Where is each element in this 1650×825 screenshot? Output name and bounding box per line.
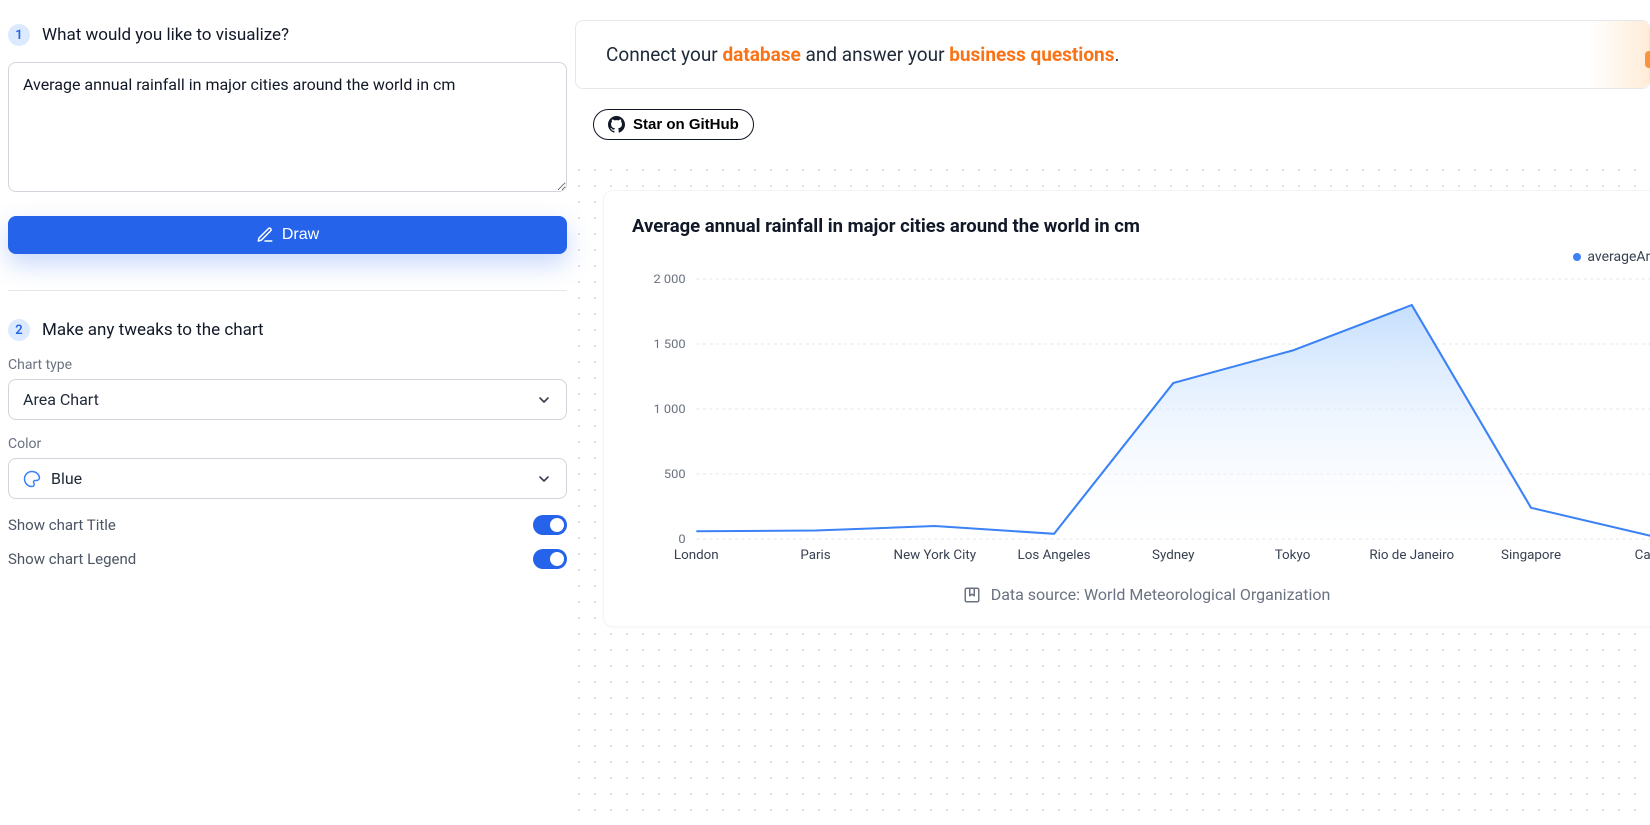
query-input[interactable]: [8, 62, 567, 192]
svg-text:0: 0: [678, 532, 685, 546]
banner-highlight-questions: business questions: [949, 43, 1114, 66]
svg-text:2 000: 2 000: [654, 272, 686, 286]
svg-text:Sydney: Sydney: [1152, 548, 1194, 562]
chart-title: Average annual rainfall in major cities …: [632, 215, 1650, 237]
step-1-label: What would you like to visualize?: [42, 25, 289, 45]
svg-text:1 500: 1 500: [654, 337, 686, 351]
banner-text-mid: and answer your: [801, 43, 949, 66]
step-2-badge: 2: [8, 319, 30, 341]
step-2-row: 2 Make any tweaks to the chart: [8, 319, 567, 341]
chart-type-value: Area Chart: [23, 390, 99, 409]
svg-text:Rio de Janeiro: Rio de Janeiro: [1369, 548, 1454, 562]
chart-type-label: Chart type: [8, 357, 567, 373]
svg-text:Tokyo: Tokyo: [1275, 548, 1311, 562]
chevron-down-icon: [536, 471, 552, 487]
chart-plot: 0 500 1 000 1 500 2 000 London Paris New York C…: [632, 271, 1650, 571]
svg-text:500: 500: [664, 467, 686, 481]
color-select[interactable]: Blue: [8, 458, 567, 499]
chevron-down-icon: [536, 392, 552, 408]
legend-label: averageAnn: [1587, 249, 1650, 265]
chart-source-text: Data source: World Meteorological Organi…: [991, 585, 1331, 604]
draw-button-label: Draw: [282, 226, 319, 244]
chart-legend: averageAnn: [632, 249, 1650, 265]
palette-icon: [23, 470, 41, 488]
svg-text:New York City: New York City: [894, 548, 977, 562]
bookmark-icon: [963, 586, 981, 604]
step-2-label: Make any tweaks to the chart: [42, 320, 264, 340]
banner-text-pre: Connect your: [606, 43, 722, 66]
chart-source-row: Data source: World Meteorological Organi…: [632, 585, 1650, 604]
right-panel: Connect your database and answer your bu…: [575, 0, 1650, 825]
banner-accent: [1645, 51, 1650, 68]
step-1-badge: 1: [8, 24, 30, 46]
toggle-title[interactable]: [533, 515, 567, 535]
step-1-row: 1 What would you like to visualize?: [8, 24, 567, 46]
draw-button[interactable]: Draw: [8, 216, 567, 254]
github-star-button[interactable]: Star on GitHub: [593, 109, 754, 140]
section-divider: [8, 290, 567, 291]
svg-text:Paris: Paris: [800, 548, 831, 562]
github-star-label: Star on GitHub: [633, 116, 739, 133]
toggle-legend-row: Show chart Legend: [8, 549, 567, 569]
svg-text:Cairo: Cairo: [1635, 548, 1650, 562]
chart-card: Average annual rainfall in major cities …: [603, 190, 1650, 627]
color-value: Blue: [51, 469, 82, 488]
left-panel: 1 What would you like to visualize? Draw…: [0, 0, 575, 825]
chart-type-select[interactable]: Area Chart: [8, 379, 567, 420]
svg-text:Singapore: Singapore: [1501, 548, 1561, 562]
svg-text:Los Angeles: Los Angeles: [1018, 548, 1091, 562]
github-icon: [608, 116, 625, 133]
toggle-title-row: Show chart Title: [8, 515, 567, 535]
toggle-legend[interactable]: [533, 549, 567, 569]
banner-text-post: .: [1114, 43, 1119, 66]
toggle-legend-label: Show chart Legend: [8, 550, 136, 568]
canvas-area: Average annual rainfall in major cities …: [575, 158, 1650, 825]
banner-gradient: [1589, 21, 1649, 88]
pencil-icon: [256, 226, 274, 244]
banner-highlight-database: database: [722, 43, 800, 66]
toggle-title-label: Show chart Title: [8, 516, 116, 534]
svg-text:1 000: 1 000: [654, 402, 686, 416]
svg-text:London: London: [674, 548, 719, 562]
promo-banner: Connect your database and answer your bu…: [575, 20, 1650, 89]
legend-dot: [1573, 253, 1581, 261]
color-label: Color: [8, 436, 567, 452]
